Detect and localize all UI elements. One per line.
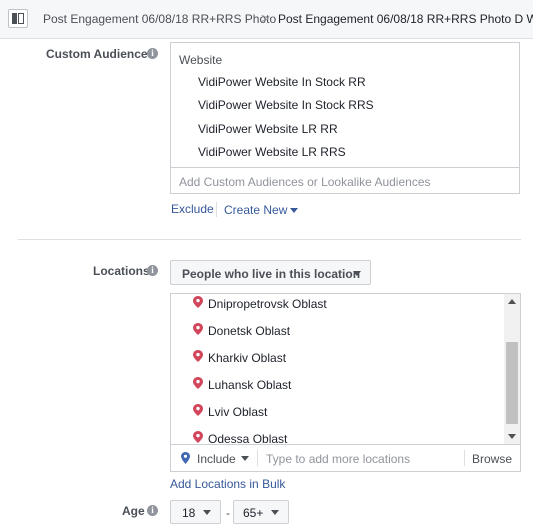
locations-scrollbar[interactable] — [504, 294, 520, 444]
chevron-down-icon — [271, 510, 279, 515]
map-pin-icon — [193, 350, 203, 362]
location-item[interactable]: Odessa Oblast — [208, 432, 287, 444]
location-item[interactable]: Lviv Oblast — [208, 405, 267, 419]
add-locations-bulk-link[interactable]: Add Locations in Bulk — [170, 477, 285, 491]
info-icon[interactable]: i — [147, 505, 158, 516]
age-min-value: 18 — [182, 506, 196, 520]
map-pin-icon — [193, 404, 203, 416]
panel-toggle-icon[interactable] — [8, 9, 28, 28]
location-item[interactable]: Kharkiv Oblast — [208, 351, 286, 365]
location-item[interactable]: Dnipropetrovsk Oblast — [208, 297, 327, 311]
location-type-dropdown[interactable]: People who live in this location — [170, 260, 371, 285]
custom-audiences-input[interactable]: Add Custom Audiences or Lookalike Audien… — [170, 167, 520, 194]
map-pin-icon — [193, 296, 203, 308]
chevron-down-icon — [290, 208, 299, 214]
custom-audiences-placeholder: Add Custom Audiences or Lookalike Audien… — [179, 175, 431, 189]
footer-divider — [257, 450, 258, 466]
create-new-link[interactable]: Create New — [224, 203, 299, 217]
location-item[interactable]: Luhansk Oblast — [208, 378, 291, 392]
exclude-link[interactable]: Exclude — [171, 202, 214, 216]
create-new-label: Create New — [224, 203, 288, 217]
breadcrumb-adset[interactable]: Post Engagement 06/08/18 RR+RRS Photo D … — [278, 12, 533, 26]
map-pin-icon — [193, 323, 203, 335]
scroll-up-icon[interactable] — [508, 299, 516, 304]
audience-group-label: Website — [179, 53, 223, 67]
location-add-bar: Include Type to add more locations Brows… — [170, 445, 521, 472]
section-divider — [18, 239, 521, 240]
map-pin-icon — [193, 431, 203, 443]
chevron-down-icon — [353, 271, 361, 276]
age-label: Age — [122, 504, 145, 518]
include-dropdown[interactable]: Include — [197, 452, 236, 466]
location-item[interactable]: Donetsk Oblast — [208, 324, 290, 338]
breadcrumb-campaign[interactable]: Post Engagement 06/08/18 RR+RRS Photo — [43, 12, 276, 26]
audience-item[interactable]: VidiPower Website LR RRS — [198, 145, 346, 159]
info-icon[interactable]: i — [147, 265, 158, 276]
browse-button[interactable]: Browse — [472, 452, 512, 466]
age-max-dropdown[interactable]: 65+ — [233, 500, 289, 524]
audience-item[interactable]: VidiPower Website In Stock RRS — [198, 98, 374, 112]
locations-list: Dnipropetrovsk Oblast Donetsk Oblast Kha… — [170, 293, 521, 445]
footer-divider — [464, 450, 465, 466]
audience-item[interactable]: VidiPower Website In Stock RR — [198, 75, 366, 89]
locations-label: Locations — [93, 264, 150, 278]
scrollbar-thumb[interactable] — [506, 342, 518, 424]
chevron-down-icon[interactable] — [241, 456, 249, 461]
age-min-dropdown[interactable]: 18 — [170, 500, 221, 524]
custom-audiences-label: Custom Audiences — [46, 47, 155, 61]
age-max-value: 65+ — [243, 506, 264, 520]
map-pin-icon — [193, 377, 203, 389]
chevron-down-icon — [203, 510, 211, 515]
shield-icon — [181, 452, 190, 464]
location-search-input[interactable]: Type to add more locations — [266, 452, 410, 466]
breadcrumb-separator-icon: > — [261, 10, 270, 26]
audience-item[interactable]: VidiPower Website LR RR — [198, 122, 338, 136]
age-range-separator: - — [226, 506, 230, 520]
scroll-down-icon[interactable] — [508, 434, 516, 439]
link-divider — [216, 202, 217, 217]
custom-audiences-list: Website VidiPower Website In Stock RR Vi… — [170, 42, 520, 168]
info-icon[interactable]: i — [147, 48, 158, 59]
breadcrumb-bar: Post Engagement 06/08/18 RR+RRS Photo > … — [0, 0, 533, 39]
location-type-value: People who live in this location — [182, 267, 361, 281]
